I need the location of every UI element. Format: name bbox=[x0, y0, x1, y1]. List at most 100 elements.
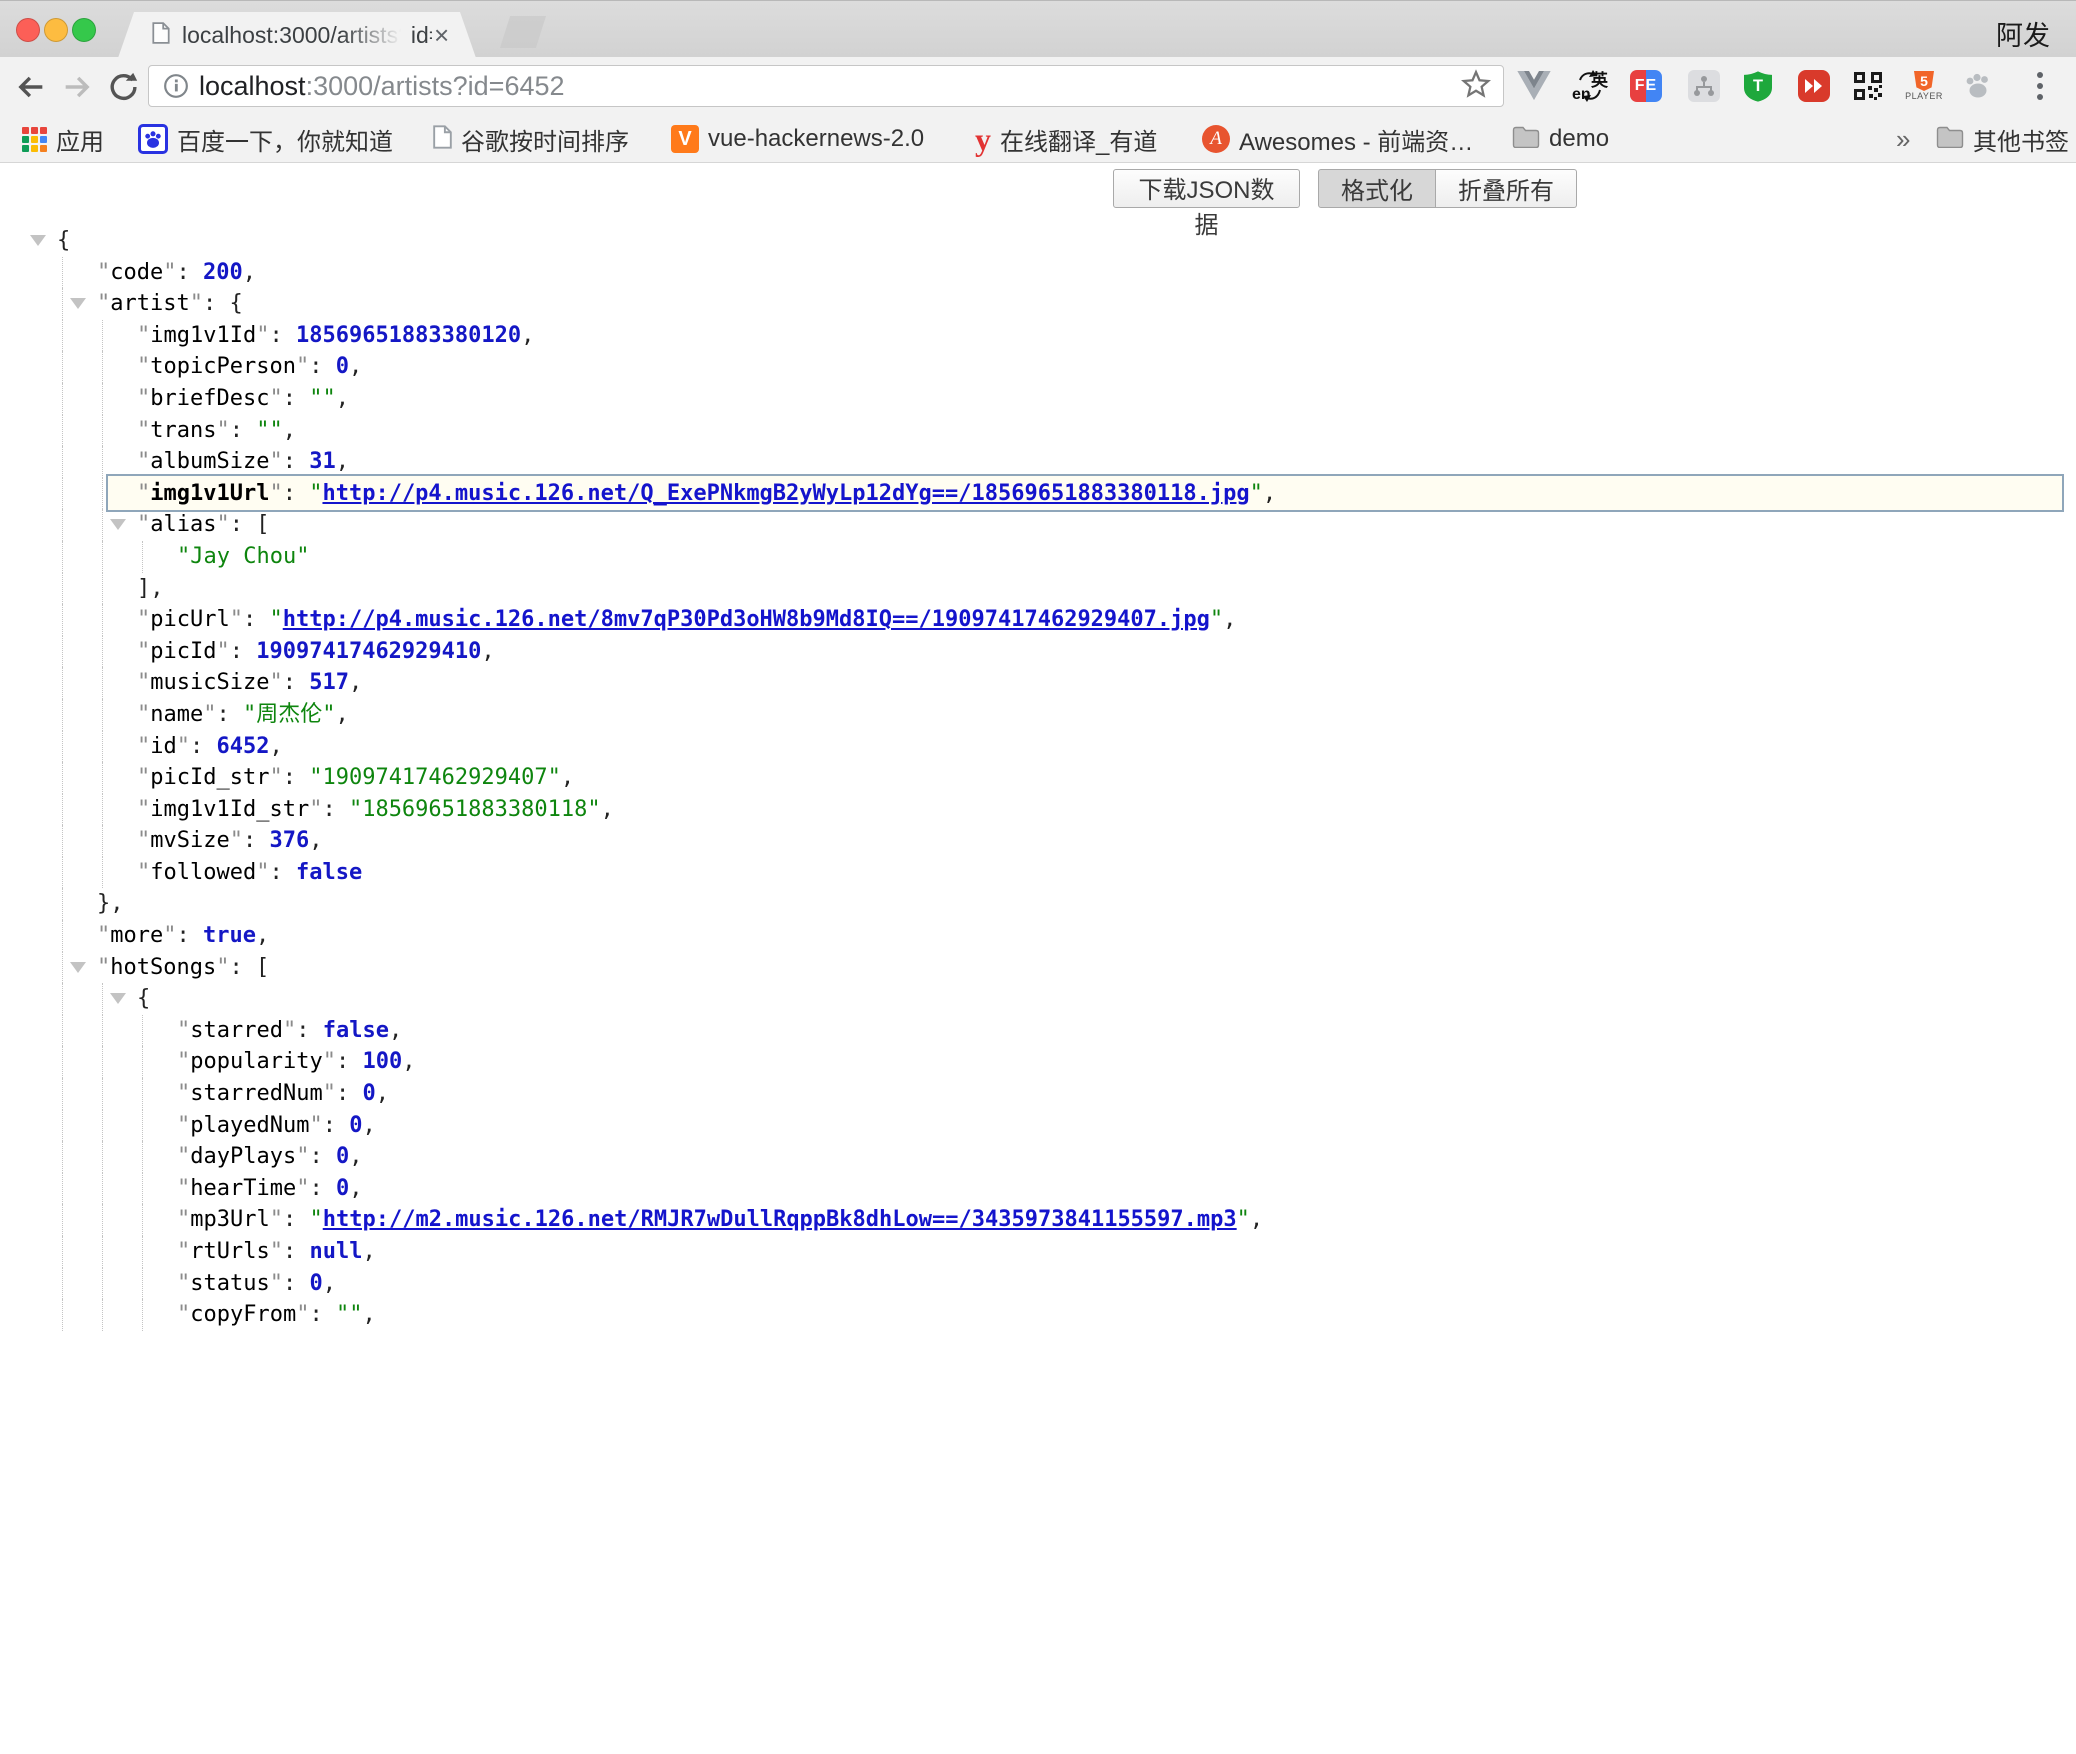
json-literal-value: 0 bbox=[362, 1081, 375, 1106]
indent-guide bbox=[62, 1015, 63, 1047]
format-button[interactable]: 格式化 bbox=[1318, 169, 1436, 208]
collapse-all-button[interactable]: 折叠所有 bbox=[1436, 169, 1577, 208]
fast-forward-extension-icon[interactable] bbox=[1796, 68, 1832, 104]
indent-guide bbox=[62, 983, 63, 1015]
collapse-toggle-icon[interactable] bbox=[30, 235, 46, 246]
indent-guide bbox=[62, 1204, 63, 1236]
minimize-window-button[interactable] bbox=[44, 18, 68, 42]
indent-guide bbox=[102, 699, 103, 731]
collapse-toggle-icon[interactable] bbox=[70, 298, 86, 309]
tab-strip: localhost:3000/artists?id=645 × 阿发 bbox=[0, 0, 2076, 57]
json-line: "topicPerson": 0, bbox=[0, 351, 2076, 383]
vue-devtools-icon[interactable] bbox=[1516, 68, 1552, 104]
bookmark-awesomes[interactable]: A Awesomes - 前端资… bbox=[1202, 115, 1473, 163]
bookmarks-bar: 应用 百度一下，你就知道 谷歌按时间排序 V vue-hackernews-2.… bbox=[0, 115, 2076, 163]
json-key: playedNum bbox=[190, 1113, 309, 1138]
svg-text:T: T bbox=[1753, 77, 1763, 95]
json-line: "hotSongs": [ bbox=[0, 952, 2076, 984]
json-line: "musicSize": 517, bbox=[0, 667, 2076, 699]
address-bar[interactable]: localhost:3000/artists?id=6452 bbox=[148, 65, 1504, 107]
json-line: "img1v1Url": "http://p4.music.126.net/Q_… bbox=[0, 478, 2076, 510]
collapse-toggle-icon[interactable] bbox=[70, 962, 86, 973]
qrcode-extension-icon[interactable] bbox=[1850, 68, 1886, 104]
json-key: artist bbox=[110, 291, 189, 316]
paw-extension-icon[interactable] bbox=[1960, 68, 1996, 104]
json-key: copyFrom bbox=[190, 1302, 296, 1327]
forward-button[interactable] bbox=[60, 70, 94, 104]
fe-extension-icon[interactable]: FE bbox=[1628, 68, 1664, 104]
indent-guide bbox=[62, 699, 63, 731]
json-literal-value: 6452 bbox=[217, 734, 270, 759]
bookmark-baidu[interactable]: 百度一下，你就知道 bbox=[138, 115, 393, 163]
indent-guide bbox=[102, 1173, 103, 1205]
collapse-toggle-icon[interactable] bbox=[110, 993, 126, 1004]
json-line: { bbox=[0, 225, 2076, 257]
json-line: "name": "周杰伦", bbox=[0, 699, 2076, 731]
translate-extension-icon[interactable]: 英 en bbox=[1572, 68, 1608, 104]
download-json-button[interactable]: 下载JSON数据 bbox=[1113, 169, 1300, 208]
json-line: "mvSize": 376, bbox=[0, 825, 2076, 857]
indent-guide bbox=[142, 1268, 143, 1300]
indent-guide bbox=[102, 1268, 103, 1300]
indent-guide bbox=[62, 825, 63, 857]
reload-button[interactable] bbox=[106, 70, 140, 104]
bookmark-star-icon[interactable] bbox=[1461, 69, 1491, 104]
json-key: picId_str bbox=[150, 765, 269, 790]
collapse-toggle-icon[interactable] bbox=[110, 519, 126, 530]
json-literal-value: 0 bbox=[336, 1144, 349, 1169]
json-url-link[interactable]: http://m2.music.126.net/RMJR7wDullRqppBk… bbox=[323, 1207, 1237, 1232]
indent-guide bbox=[142, 1110, 143, 1142]
json-key: starredNum bbox=[190, 1081, 322, 1106]
json-line: "more": true, bbox=[0, 920, 2076, 952]
indent-guide bbox=[62, 920, 63, 952]
bookmark-youdao-translate[interactable]: y 在线翻译_有道 bbox=[975, 115, 1157, 163]
json-line: }, bbox=[0, 888, 2076, 920]
indent-guide bbox=[62, 762, 63, 794]
json-line: "starred": false, bbox=[0, 1015, 2076, 1047]
json-string-value: "" bbox=[309, 386, 336, 411]
browser-menu-icon[interactable] bbox=[2022, 68, 2058, 104]
indent-guide bbox=[62, 1046, 63, 1078]
json-key: name bbox=[150, 702, 203, 727]
json-url-link[interactable]: http://p4.music.126.net/8mv7qP30Pd3oHW8b… bbox=[283, 607, 1210, 632]
bookmark-google-sort[interactable]: 谷歌按时间排序 bbox=[433, 115, 629, 163]
json-url-link[interactable]: http://p4.music.126.net/Q_ExePNkmgB2yWyL… bbox=[322, 481, 1249, 506]
bookmarks-overflow-chevron[interactable]: » bbox=[1896, 115, 1910, 163]
indent-guide bbox=[102, 1141, 103, 1173]
json-tree: {"code": 200,"artist": {"img1v1Id": 1856… bbox=[0, 225, 2076, 1331]
indent-guide bbox=[102, 731, 103, 763]
json-viewer-page: 下载JSON数据 格式化 折叠所有 {"code": 200,"artist":… bbox=[0, 163, 2076, 1754]
indent-guide bbox=[102, 604, 103, 636]
toolbar: localhost:3000/artists?id=6452 英 en FE T… bbox=[0, 57, 2076, 115]
indent-guide bbox=[62, 952, 63, 984]
indent-guide bbox=[102, 1236, 103, 1268]
fullscreen-window-button[interactable] bbox=[72, 18, 96, 42]
browser-tab[interactable]: localhost:3000/artists?id=645 × bbox=[118, 12, 476, 58]
close-window-button[interactable] bbox=[16, 18, 40, 42]
html5-player-extension-icon[interactable]: 5 PLAYER bbox=[1906, 68, 1942, 104]
json-key: alias bbox=[150, 512, 216, 537]
json-key: hotSongs bbox=[110, 955, 216, 980]
other-bookmarks-folder[interactable]: 其他书签 bbox=[1936, 115, 2069, 163]
sitemap-extension-icon[interactable] bbox=[1686, 68, 1722, 104]
bookmark-folder-demo[interactable]: demo bbox=[1512, 115, 1609, 163]
json-key: popularity bbox=[190, 1049, 322, 1074]
json-line: "starredNum": 0, bbox=[0, 1078, 2076, 1110]
page-info-icon[interactable] bbox=[163, 73, 189, 99]
json-string-value: "周杰伦" bbox=[243, 702, 336, 727]
folder-icon bbox=[1936, 126, 1964, 153]
json-line: "code": 200, bbox=[0, 257, 2076, 289]
new-tab-button[interactable] bbox=[500, 16, 546, 48]
bookmark-vue-hackernews[interactable]: V vue-hackernews-2.0 bbox=[671, 115, 924, 163]
tampermonkey-shield-icon[interactable]: T bbox=[1740, 68, 1776, 104]
tab-close-icon[interactable]: × bbox=[434, 22, 449, 48]
profile-name[interactable]: 阿发 bbox=[1996, 14, 2050, 53]
bookmark-apps[interactable]: 应用 bbox=[22, 115, 104, 163]
json-literal-value: 100 bbox=[362, 1049, 402, 1074]
json-literal-value: false bbox=[323, 1018, 389, 1043]
indent-guide bbox=[102, 383, 103, 415]
json-literal-value: 200 bbox=[203, 260, 243, 285]
json-literal-value: true bbox=[203, 923, 256, 948]
url-path: :3000/artists?id=6452 bbox=[306, 71, 565, 101]
back-button[interactable] bbox=[14, 70, 48, 104]
